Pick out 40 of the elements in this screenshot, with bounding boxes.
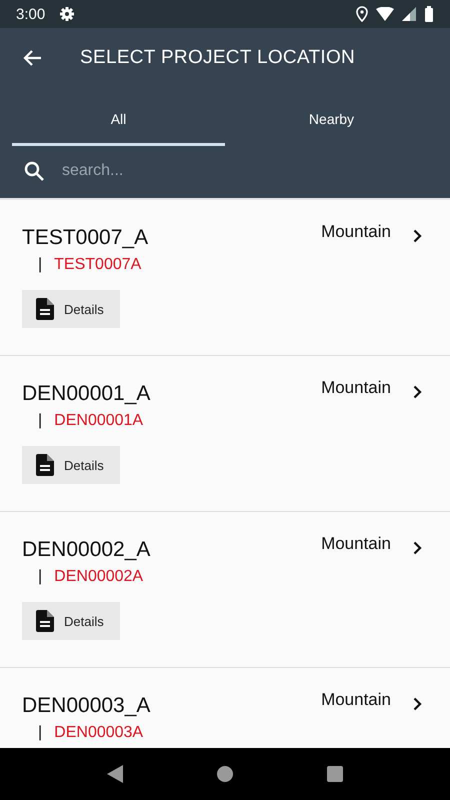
details-button[interactable]: Details: [22, 446, 120, 484]
search-field[interactable]: search...: [60, 161, 426, 181]
chevron-right-icon[interactable]: [413, 385, 422, 399]
location-region: Mountain: [321, 690, 391, 710]
location-name: DEN00002_A: [22, 538, 152, 562]
tab[interactable]: All: [12, 88, 225, 146]
wifi-icon: [376, 7, 394, 21]
document-icon: [36, 610, 54, 632]
details-button[interactable]: Details: [22, 602, 120, 640]
location-code: DEN00001A: [54, 412, 144, 430]
home-circle-icon[interactable]: [217, 766, 233, 782]
battery-icon: [424, 6, 434, 22]
location-name: DEN00001_A: [22, 382, 152, 406]
gear-icon: [59, 6, 76, 22]
chevron-right-icon[interactable]: [413, 697, 422, 711]
status-time: 3:00: [16, 6, 46, 22]
location-region: Mountain: [321, 534, 391, 554]
screen-title: SELECT PROJECT LOCATION: [80, 47, 356, 69]
signal-icon: [402, 7, 416, 21]
document-icon: [36, 454, 54, 476]
location-code: DEN00003A: [54, 724, 144, 742]
location-name: TEST0007_A: [22, 226, 150, 250]
back-triangle-icon[interactable]: [107, 765, 123, 783]
separator-mark: |: [38, 724, 42, 742]
separator-mark: |: [38, 256, 42, 274]
tab[interactable]: Nearby: [225, 88, 438, 146]
details-button[interactable]: Details: [22, 290, 120, 328]
location-code: TEST0007A: [54, 256, 142, 274]
chevron-right-icon[interactable]: [413, 541, 422, 555]
document-icon: [36, 298, 54, 320]
separator-mark: |: [38, 568, 42, 586]
chevron-right-icon[interactable]: [413, 229, 422, 243]
location-name: DEN00003_A: [22, 694, 152, 718]
separator-mark: |: [38, 412, 42, 430]
search-icon: [24, 161, 44, 181]
location-pin-icon: [356, 6, 368, 22]
location-region: Mountain: [321, 378, 391, 398]
back-arrow-icon[interactable]: [22, 49, 42, 67]
location-region: Mountain: [321, 222, 391, 242]
location-code: DEN00002A: [54, 568, 144, 586]
